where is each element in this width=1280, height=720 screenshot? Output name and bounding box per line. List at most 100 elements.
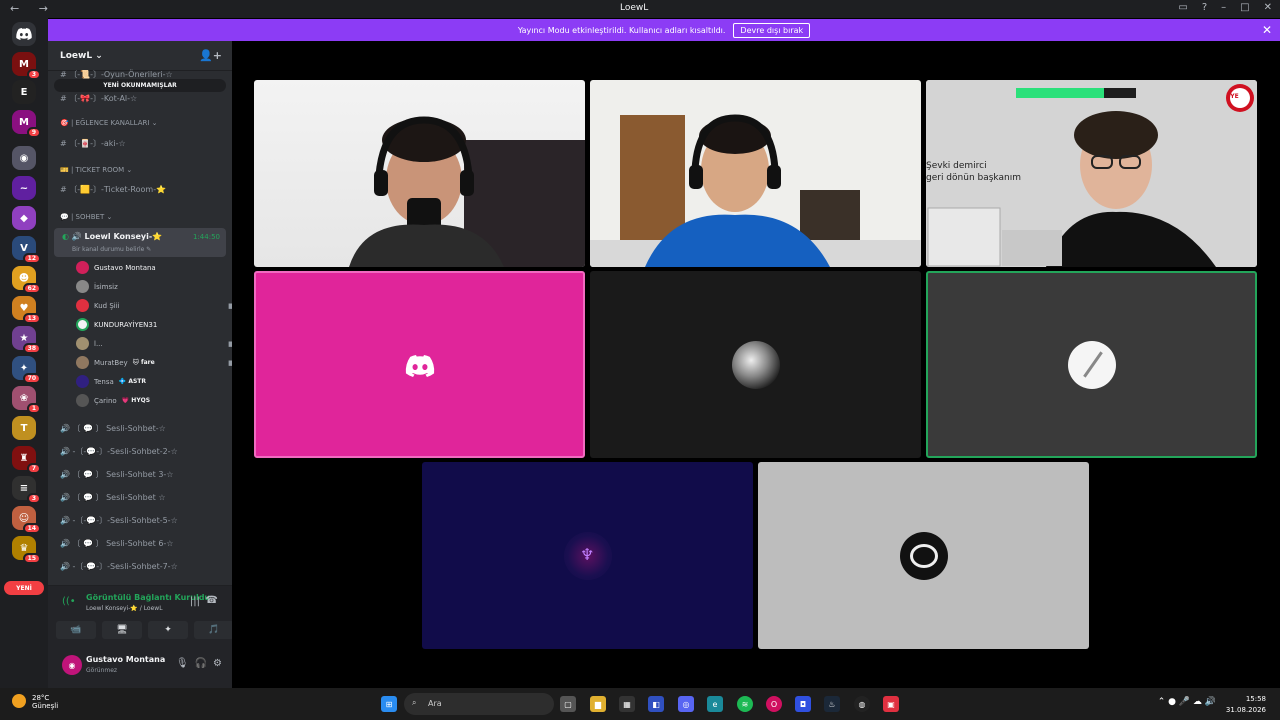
participant-tile[interactable] <box>254 271 585 458</box>
server-icon[interactable]: ♜ 7 <box>12 446 41 474</box>
avatar <box>76 356 89 369</box>
inbox-icon[interactable]: ▭ <box>1178 2 1187 13</box>
guild-header[interactable]: LoewL ⌄ 👤+ <box>48 41 232 71</box>
server-icon[interactable]: ☺ 14 <box>12 506 41 534</box>
video-tile[interactable] <box>254 80 585 267</box>
server-icon[interactable]: ◉ <box>12 146 36 170</box>
activities-button[interactable]: ✦ <box>148 621 188 639</box>
tile-badge: BYE <box>1226 93 1239 100</box>
steam-icon[interactable]: ♨ <box>824 696 840 712</box>
voice-member[interactable]: Çarino 💗 HYQS <box>76 394 150 407</box>
maximize-button[interactable]: □ <box>1240 2 1249 13</box>
connection-channel[interactable]: Loewl Konseyi-⭐ / LoewL <box>86 605 163 612</box>
avatar <box>76 280 89 293</box>
channel-status[interactable]: Bir kanal durumu belirle ✎ <box>72 246 151 253</box>
voice-channel[interactable]: 🔊 〔 💬 〕 Sesli-Sohbet-☆ <box>60 423 166 434</box>
video-tile[interactable]: BYE Şevki demirci geri dönün başkanım <box>926 80 1257 267</box>
voice-channel[interactable]: 🔊 -〔-💬-〕-Sesli-Sohbet-7-☆ <box>60 561 178 572</box>
close-window-button[interactable]: ✕ <box>1264 2 1272 13</box>
voice-channel[interactable]: 🔊 -〔-💬-〕-Sesli-Sohbet-2-☆ <box>60 446 178 457</box>
category-ticket[interactable]: 🎫 | TICKET ROOM ⌄ <box>60 166 132 174</box>
settings-gear-icon[interactable]: ⚙ <box>213 658 222 669</box>
start-icon[interactable]: ⊞ <box>381 696 397 712</box>
signal-icon[interactable]: ((• <box>62 596 76 607</box>
nav-arrows[interactable]: ← → <box>10 2 56 15</box>
discord-home-icon[interactable] <box>12 22 36 46</box>
camera-toggle-button[interactable]: 📹 <box>56 621 96 639</box>
voice-member[interactable]: MuratBey🐱 fare■ <box>76 356 235 369</box>
spotify-icon[interactable]: ≋ <box>737 696 753 712</box>
voice-member[interactable]: Tensa 💠 ASTR <box>76 375 146 388</box>
disconnect-icon[interactable]: ☎ <box>206 595 218 606</box>
category-fun[interactable]: 🎯 | EĞLENCE KANALLARI ⌄ <box>60 119 158 127</box>
edge-icon[interactable]: e <box>707 696 723 712</box>
server-icon[interactable]: ♛ 15 <box>12 536 41 564</box>
voice-channel[interactable]: 🔊 〔 💬 〕 Sesli-Sohbet 3-☆ <box>60 469 173 480</box>
participant-tile[interactable]: ♆ <box>422 462 753 649</box>
avatar <box>76 261 89 274</box>
server-icon[interactable]: ≡ 3 <box>12 476 41 504</box>
taskbar-clock[interactable]: 15:58 31.08.2026 <box>1226 694 1266 716</box>
server-icon[interactable]: V 12 <box>12 236 41 264</box>
voice-member[interactable]: Kud Şiii■ <box>76 299 235 312</box>
guild-name: LoewL <box>60 51 93 61</box>
server-icon[interactable]: M9 <box>12 110 41 138</box>
participant-tile-speaking[interactable] <box>926 271 1257 458</box>
server-icon[interactable]: ❀ 1 <box>12 386 41 414</box>
microphone-icon[interactable]: 🎙 <box>176 658 189 669</box>
help-icon[interactable]: ? <box>1202 2 1207 13</box>
file-explorer-icon[interactable]: ▆ <box>590 696 606 712</box>
category-chat[interactable]: 💬 | SOHBET ⌄ <box>60 213 112 221</box>
server-icon[interactable]: E <box>12 80 36 104</box>
app-icon[interactable]: ▣ <box>883 696 899 712</box>
video-tile[interactable] <box>590 80 921 267</box>
screen-share-button[interactable]: 🖥 <box>102 621 142 639</box>
store-icon[interactable]: ▦ <box>619 696 635 712</box>
soundboard-button[interactable]: 🎵 <box>194 621 234 639</box>
server-icon[interactable]: ☻ 62 <box>12 266 41 294</box>
voice-channel[interactable]: 🔊 〔 💬 〕 Sesli-Sohbet ☆ <box>60 492 166 503</box>
server-icon[interactable]: ★ 38 <box>12 326 41 354</box>
close-banner-icon[interactable]: ✕ <box>1262 23 1272 37</box>
chevron-down-icon: ⌄ <box>95 51 103 61</box>
participant-tile[interactable] <box>590 271 921 458</box>
active-voice-channel[interactable]: ◐ 🔊 Loewl Konseyi-⭐ 1:44:50 Bir kanal du… <box>54 228 226 257</box>
weather-widget[interactable]: 28°C Güneşli <box>32 694 58 710</box>
server-icon[interactable]: ♥ 13 <box>12 296 41 324</box>
server-icon[interactable]: T <box>12 416 36 440</box>
username[interactable]: Gustavo Montana <box>86 655 165 664</box>
unread-pill[interactable]: YENİ OKUNMAMIŞLAR <box>54 79 226 92</box>
participant-tile[interactable] <box>758 462 1089 649</box>
server-icon[interactable]: ✦ 70 <box>12 356 41 384</box>
headphone-icon[interactable]: 🎧 <box>195 658 207 669</box>
avatar[interactable]: ◉ <box>62 655 82 675</box>
invite-icon[interactable]: 👤+ <box>199 49 222 62</box>
taskbar-search[interactable]: ⌕ Ara <box>404 693 554 715</box>
server-icon[interactable]: ~ <box>12 176 36 200</box>
avatar: ♆ <box>564 532 612 580</box>
voice-channel[interactable]: 🔊 -〔-💬-〕-Sesli-Sohbet-5-☆ <box>60 515 178 526</box>
channel-item[interactable]: # 〔-🎀-〕-Kot-Al-☆ <box>60 93 137 104</box>
app-icon[interactable]: ◧ <box>648 696 664 712</box>
system-tray[interactable]: ⌃ ● 🎤 ☁ 🔊 <box>1158 697 1216 707</box>
server-icon[interactable]: M3 <box>12 52 41 80</box>
minimize-button[interactable]: – <box>1221 2 1226 13</box>
app-icon[interactable]: ◍ <box>854 696 870 712</box>
app-icon[interactable]: ◘ <box>795 696 811 712</box>
voice-member[interactable]: KUNDURAYİYEN31 <box>76 318 157 331</box>
noise-suppression-icon[interactable]: ||| <box>190 596 200 607</box>
discord-taskbar-icon[interactable]: ◎ <box>678 696 694 712</box>
voice-member[interactable]: Gustavo Montana <box>76 261 156 274</box>
task-view-icon[interactable]: ▢ <box>560 696 576 712</box>
webcam-feed <box>590 114 921 267</box>
disable-streamer-mode-button[interactable]: Devre dışı bırak <box>733 22 811 38</box>
weather-icon <box>12 694 26 708</box>
voice-channel[interactable]: 🔊 〔 💬 〕 Sesli-Sohbet 6-☆ <box>60 538 173 549</box>
channel-item[interactable]: # 〔-🀄-〕-aki-☆ <box>60 138 126 149</box>
voice-member[interactable]: l...■ <box>76 337 235 350</box>
opera-gx-icon[interactable]: O <box>766 696 782 712</box>
voice-member[interactable]: İsimsiz <box>76 280 118 293</box>
channel-item[interactable]: # 〔-🟨-〕-Ticket-Room-⭐ <box>60 184 166 195</box>
server-icon[interactable]: ◆ <box>12 206 36 230</box>
new-unread-pill[interactable]: YENİ <box>4 581 44 595</box>
